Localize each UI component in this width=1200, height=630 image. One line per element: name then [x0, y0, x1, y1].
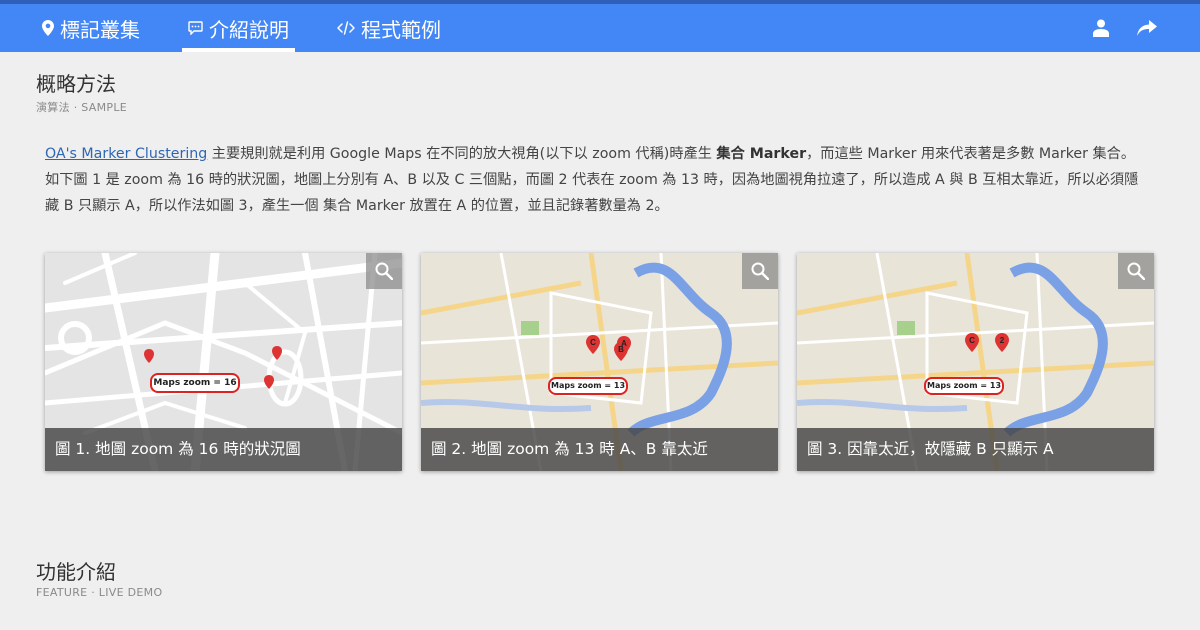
tab-introduction[interactable]: 介紹說明	[182, 4, 295, 52]
chat-bubble-icon	[188, 21, 203, 35]
map-zoom-label: Maps zoom = 16	[150, 373, 240, 393]
marker-c-label: C	[590, 338, 596, 347]
map-zoom-label: Maps zoom = 13	[924, 377, 1004, 395]
figure-card-1[interactable]: Maps zoom = 16 圖 1. 地圖 zoom 為 16 時的狀況圖	[45, 253, 402, 471]
share-icon[interactable]	[1136, 17, 1158, 39]
top-nav: 標記叢集 介紹說明 程式範例	[0, 4, 1200, 52]
tab-label: 標記叢集	[60, 17, 140, 42]
magnifier-icon[interactable]	[742, 253, 778, 289]
tab-marker-cluster[interactable]: 標記叢集	[36, 4, 146, 52]
tab-label: 介紹說明	[209, 17, 289, 42]
tab-label: 程式範例	[361, 17, 441, 42]
marker-clustering-link[interactable]: OA's Marker Clustering	[45, 146, 207, 162]
marker-c-label: C	[969, 336, 975, 345]
marker-count-label: 2	[1000, 336, 1005, 345]
code-icon	[337, 21, 355, 35]
figure-card-2[interactable]: C A B Maps zoom = 13 圖 2. 地圖 zoom 為 13 時…	[421, 253, 778, 471]
figure-caption: 圖 2. 地圖 zoom 為 13 時 A、B 靠太近	[421, 428, 778, 471]
nav-actions	[1090, 4, 1200, 52]
tab-code-examples[interactable]: 程式範例	[331, 4, 447, 52]
intro-text: 主要規則就是利用 Google Maps 在不同的放大視角(以下以 zoom 代…	[207, 146, 717, 162]
section-subtitle: 演算法 · SAMPLE	[36, 101, 128, 114]
section-title: 功能介紹	[36, 560, 116, 584]
section-subtitle: FEATURE · LIVE DEMO	[36, 586, 163, 599]
marker-b-label: B	[618, 345, 624, 354]
map-zoom-label: Maps zoom = 13	[548, 377, 628, 395]
intro-bold: 集合 Marker	[716, 146, 807, 162]
figure-caption: 圖 3. 因靠太近，故隱藏 B 只顯示 A	[797, 428, 1154, 471]
figure-caption: 圖 1. 地圖 zoom 為 16 時的狀況圖	[45, 428, 402, 471]
user-icon[interactable]	[1090, 17, 1112, 39]
section-title: 概略方法	[36, 72, 116, 96]
figure-card-3[interactable]: C 2 Maps zoom = 13 圖 3. 因靠太近，故隱藏 B 只顯示 A	[797, 253, 1154, 471]
magnifier-icon[interactable]	[366, 253, 402, 289]
magnifier-icon[interactable]	[1118, 253, 1154, 289]
intro-paragraph: OA's Marker Clustering 主要規則就是利用 Google M…	[45, 141, 1145, 219]
map-pin-icon	[42, 20, 54, 36]
